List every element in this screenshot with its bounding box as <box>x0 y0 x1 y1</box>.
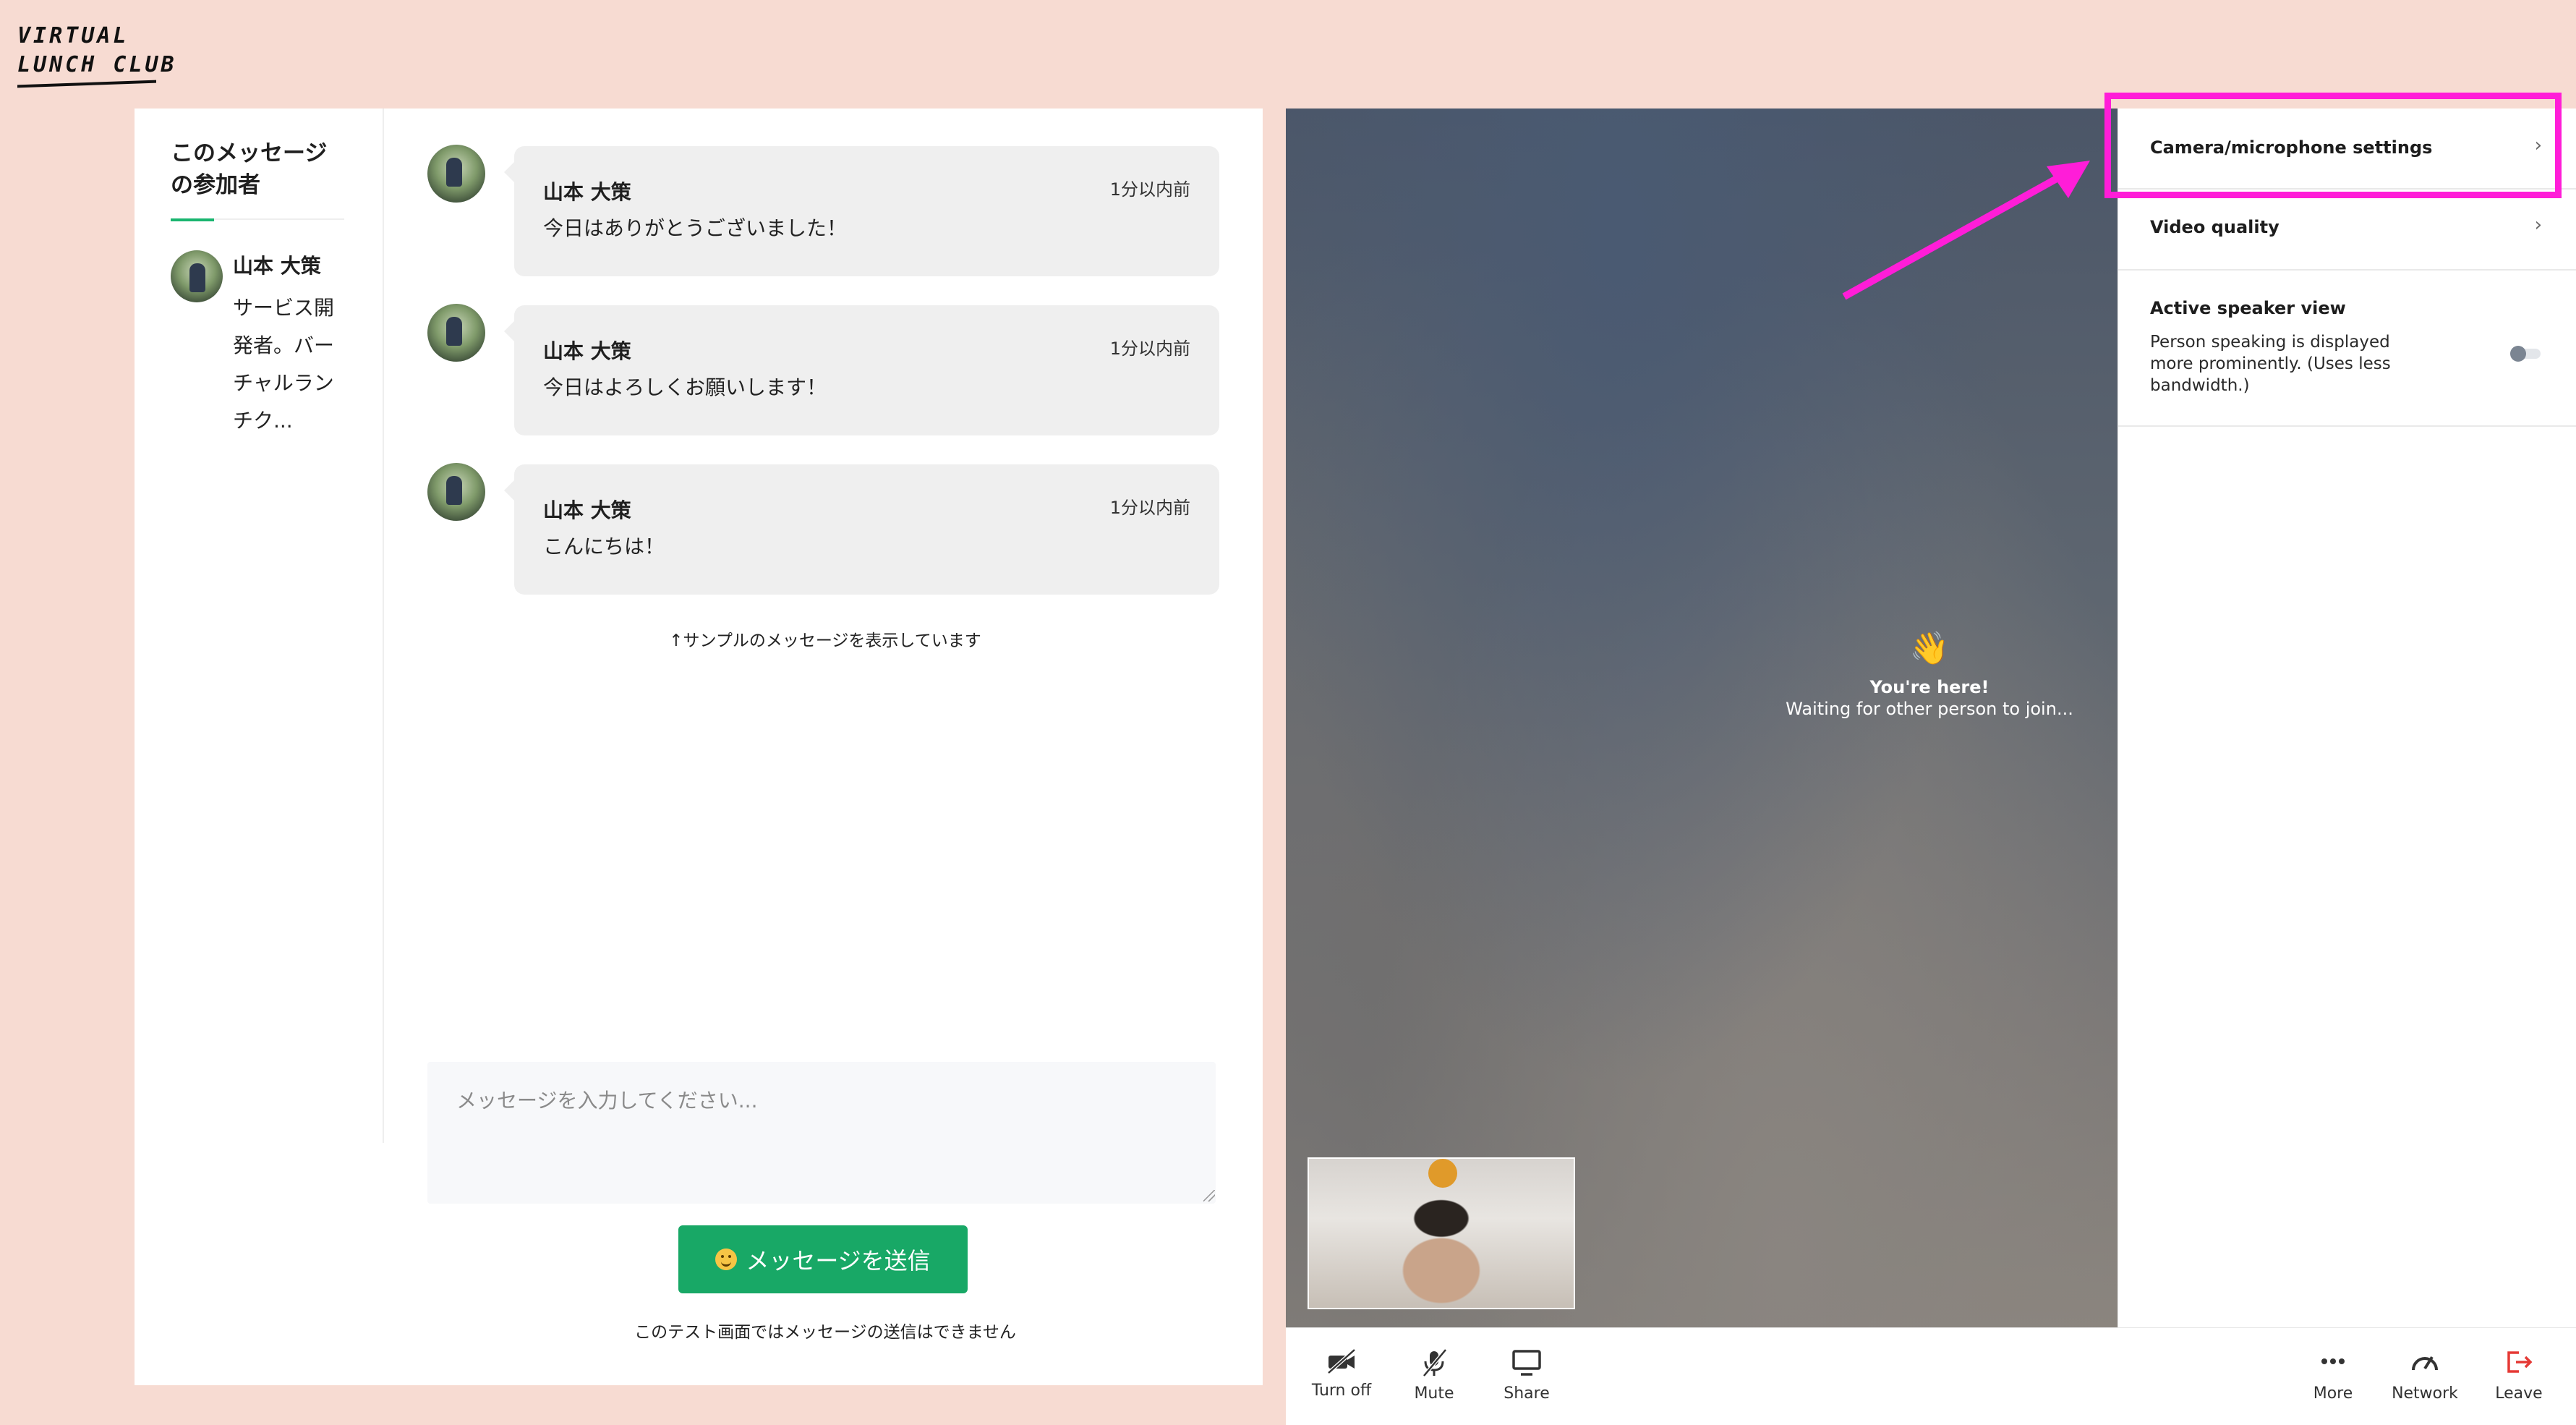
more-label: More <box>2313 1384 2353 1403</box>
resize-handle-icon[interactable] <box>1203 1190 1215 1201</box>
waiting-indicator: 👋 You're here! Waiting for other person … <box>1749 629 2110 719</box>
message-bubble: 山本 大策 1分以内前 こんにちは！ <box>504 464 1219 595</box>
chevron-right-icon: › <box>2534 214 2542 236</box>
send-button-label: メッセージを送信 <box>746 1247 931 1275</box>
active-speaker-title: Active speaker view <box>2150 298 2346 318</box>
message-text: こんにちは！ <box>543 535 665 558</box>
participants-sidebar: このメッセージの参加者 山本 大策 サービス開発者。バーチャルランチク... <box>135 109 384 1143</box>
mute-label: Mute <box>1414 1384 1454 1403</box>
chevron-right-icon: › <box>2534 135 2542 156</box>
waving-hand-icon: 👋 <box>1909 630 1950 667</box>
share-screen-button[interactable]: Share <box>1487 1348 1566 1403</box>
camera-microphone-settings-label: Camera/microphone settings <box>2150 137 2433 158</box>
smile-emoji-icon <box>715 1249 738 1270</box>
message-time: 1分以内前 <box>1109 339 1190 359</box>
avatar <box>427 304 485 362</box>
message-time: 1分以内前 <box>1109 179 1190 200</box>
message-bubble: 山本 大策 1分以内前 今日はありがとうございました！ <box>504 146 1219 276</box>
video-quality-item[interactable]: Video quality › <box>2118 190 2576 271</box>
camera-microphone-settings-item[interactable]: Camera/microphone settings › <box>2118 109 2576 190</box>
face-filter-icon <box>1428 1159 1457 1188</box>
message-item: 山本 大策 1分以内前 こんにちは！ <box>427 463 1223 622</box>
test-mode-note: このテスト画面ではメッセージの送信はできません <box>634 1323 1016 1342</box>
leave-label: Leave <box>2495 1384 2543 1403</box>
message-bubble: 山本 大策 1分以内前 今日はよろしくお願いします！ <box>504 305 1219 435</box>
message-time: 1分以内前 <box>1109 498 1190 518</box>
active-speaker-toggle[interactable] <box>2510 346 2541 362</box>
waiting-subtitle: Waiting for other person to join... <box>1786 699 2073 719</box>
microphone-off-icon <box>1423 1348 1447 1377</box>
heading-accent <box>171 218 214 221</box>
sample-note: ↑サンプルのメッセージを表示しています <box>669 631 981 650</box>
avatar <box>427 145 485 203</box>
avatar <box>427 463 485 521</box>
chat-panel: このメッセージの参加者 山本 大策 サービス開発者。バーチャルランチク... 山… <box>135 109 1263 1385</box>
participant-name: 山本 大策 <box>233 254 321 278</box>
call-control-bar: Turn off Mute Share More Network Leave <box>1286 1327 2576 1425</box>
video-stage: 👋 You're here! Waiting for other person … <box>1286 109 2117 1327</box>
monitor-icon <box>1512 1350 1541 1376</box>
active-speaker-view-item: Active speaker view Person speaking is d… <box>2118 271 2576 427</box>
leave-call-button[interactable]: Leave <box>2479 1348 2559 1403</box>
logo-line-1: VIRTUAL <box>17 23 129 48</box>
app-logo: VIRTUAL LUNCH CLUB <box>17 22 177 88</box>
more-button[interactable]: More <box>2293 1348 2373 1403</box>
message-item: 山本 大策 1分以内前 今日はありがとうございました！ <box>427 145 1223 304</box>
message-author: 山本 大策 <box>543 498 631 522</box>
network-label: Network <box>2392 1384 2458 1403</box>
self-video-preview <box>1308 1157 1575 1309</box>
turn-off-label: Turn off <box>1311 1382 1372 1400</box>
mute-button[interactable]: Mute <box>1394 1348 1474 1403</box>
message-item: 山本 大策 1分以内前 今日はよろしくお願いします！ <box>427 304 1223 463</box>
message-input[interactable] <box>427 1062 1216 1204</box>
message-text: 今日はよろしくお願いします！ <box>543 375 827 399</box>
message-author: 山本 大策 <box>543 180 631 204</box>
waiting-title: You're here! <box>1869 677 1989 697</box>
avatar <box>171 250 223 302</box>
message-author: 山本 大策 <box>543 339 631 363</box>
leave-door-icon <box>2507 1351 2533 1373</box>
gauge-icon <box>2412 1356 2438 1371</box>
logo-line-2: LUNCH CLUB <box>17 52 177 77</box>
share-label: Share <box>1504 1384 1550 1403</box>
message-list: 山本 大策 1分以内前 今日はありがとうございました！ 山本 大策 1分以内前 … <box>427 145 1223 622</box>
participants-heading: このメッセージの参加者 <box>171 140 328 198</box>
camera-off-icon <box>1327 1348 1356 1374</box>
network-button[interactable]: Network <box>2385 1348 2465 1403</box>
message-text: 今日はありがとうございました！ <box>543 216 848 240</box>
active-speaker-description: Person speaking is displayed more promin… <box>2150 333 2391 395</box>
send-message-button[interactable]: メッセージを送信 <box>678 1225 968 1293</box>
settings-sidebar: Camera/microphone settings › Video quali… <box>2117 109 2576 1327</box>
logo-underline <box>17 80 156 88</box>
video-quality-label: Video quality <box>2150 217 2279 237</box>
participant-bio: サービス開発者。バーチャルランチク... <box>233 296 335 433</box>
turn-off-camera-button[interactable]: Turn off <box>1302 1348 1381 1400</box>
more-dots-icon <box>2321 1358 2345 1364</box>
